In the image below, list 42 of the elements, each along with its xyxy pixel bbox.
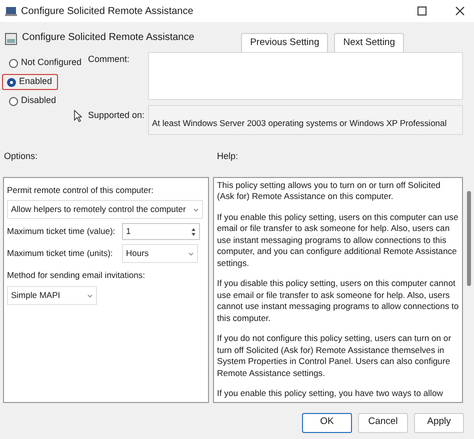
window-title: Configure Solicited Remote Assistance <box>21 4 194 18</box>
dropdown[interactable]: Simple MAPI <box>7 286 97 305</box>
cancel-button[interactable]: Cancel <box>358 412 408 432</box>
apply-button[interactable]: Apply <box>414 412 464 432</box>
chevron-down-icon <box>87 294 93 298</box>
policy-icon <box>5 33 17 45</box>
comment-label: Comment: <box>88 53 131 66</box>
help-paragraph: If you enable this policy setting, users on this computer can use email or file transfer to ask someone for help. Also, users can use instant messaging programs to allow connections to this computer, and you can configure additional Remote Assistance settings. <box>217 212 459 269</box>
scrollbar[interactable] <box>467 190 471 286</box>
option-label: Method for sending email invitations: <box>7 269 146 282</box>
comment-field[interactable] <box>148 52 463 100</box>
cursor-icon <box>74 110 82 122</box>
options-label: Options: <box>4 150 39 163</box>
radio-label[interactable]: Not Configured <box>21 56 82 70</box>
help-paragraph: If you disable this policy setting, users on this computer cannot use email or file transfer to ask someone for help. Also, users cannot use instant messaging programs to allow connections to this computer. <box>217 278 459 324</box>
supported-on-label: Supported on: <box>88 109 146 122</box>
help-paragraph: If you do not configure this policy setting, users can turn on or turn off Solicited (Ask for) Remote Assistance themselves in System Properties in Control Panel. Users can also configure Remote Assistance settings. <box>217 333 452 379</box>
radio-button[interactable] <box>9 58 18 68</box>
help-paragraph: This policy setting allows you to turn on or turn off Solicited (Ask for) Remote Assistance on this computer. <box>217 180 442 202</box>
spin-arrows-icon[interactable] <box>191 226 196 237</box>
dropdown[interactable]: Allow helpers to remotely control the computer <box>7 200 203 220</box>
setting-title: Configure Solicited Remote Assistance <box>22 31 194 45</box>
close-icon[interactable] <box>455 6 465 16</box>
ok-button[interactable]: OK <box>302 412 352 432</box>
previous-setting-button[interactable]: Previous Setting <box>241 33 328 53</box>
supported-on-field: At least Windows Server 2003 operating systems or Windows XP Professional <box>148 105 463 135</box>
app-icon <box>5 6 17 16</box>
maximize-icon[interactable] <box>417 6 427 16</box>
help-paragraph: If you enable this policy setting, you have two ways to allow <box>217 388 444 400</box>
radio-button[interactable] <box>7 78 16 86</box>
next-setting-button[interactable]: Next Setting <box>334 33 404 53</box>
chevron-down-icon <box>193 208 199 212</box>
help-label: Help: <box>217 150 238 163</box>
chevron-down-icon <box>188 252 194 256</box>
radio-button[interactable] <box>9 96 18 106</box>
option-label: Maximum ticket time (units): <box>7 247 114 260</box>
option-label: Permit remote control of this computer: <box>7 184 154 196</box>
option-label: Maximum ticket time (value): <box>7 225 116 238</box>
dropdown[interactable]: Hours <box>122 244 198 264</box>
number-spinner[interactable]: 1 <box>122 223 200 240</box>
radio-label[interactable]: Enabled <box>19 75 52 89</box>
radio-label[interactable]: Disabled <box>21 94 56 108</box>
